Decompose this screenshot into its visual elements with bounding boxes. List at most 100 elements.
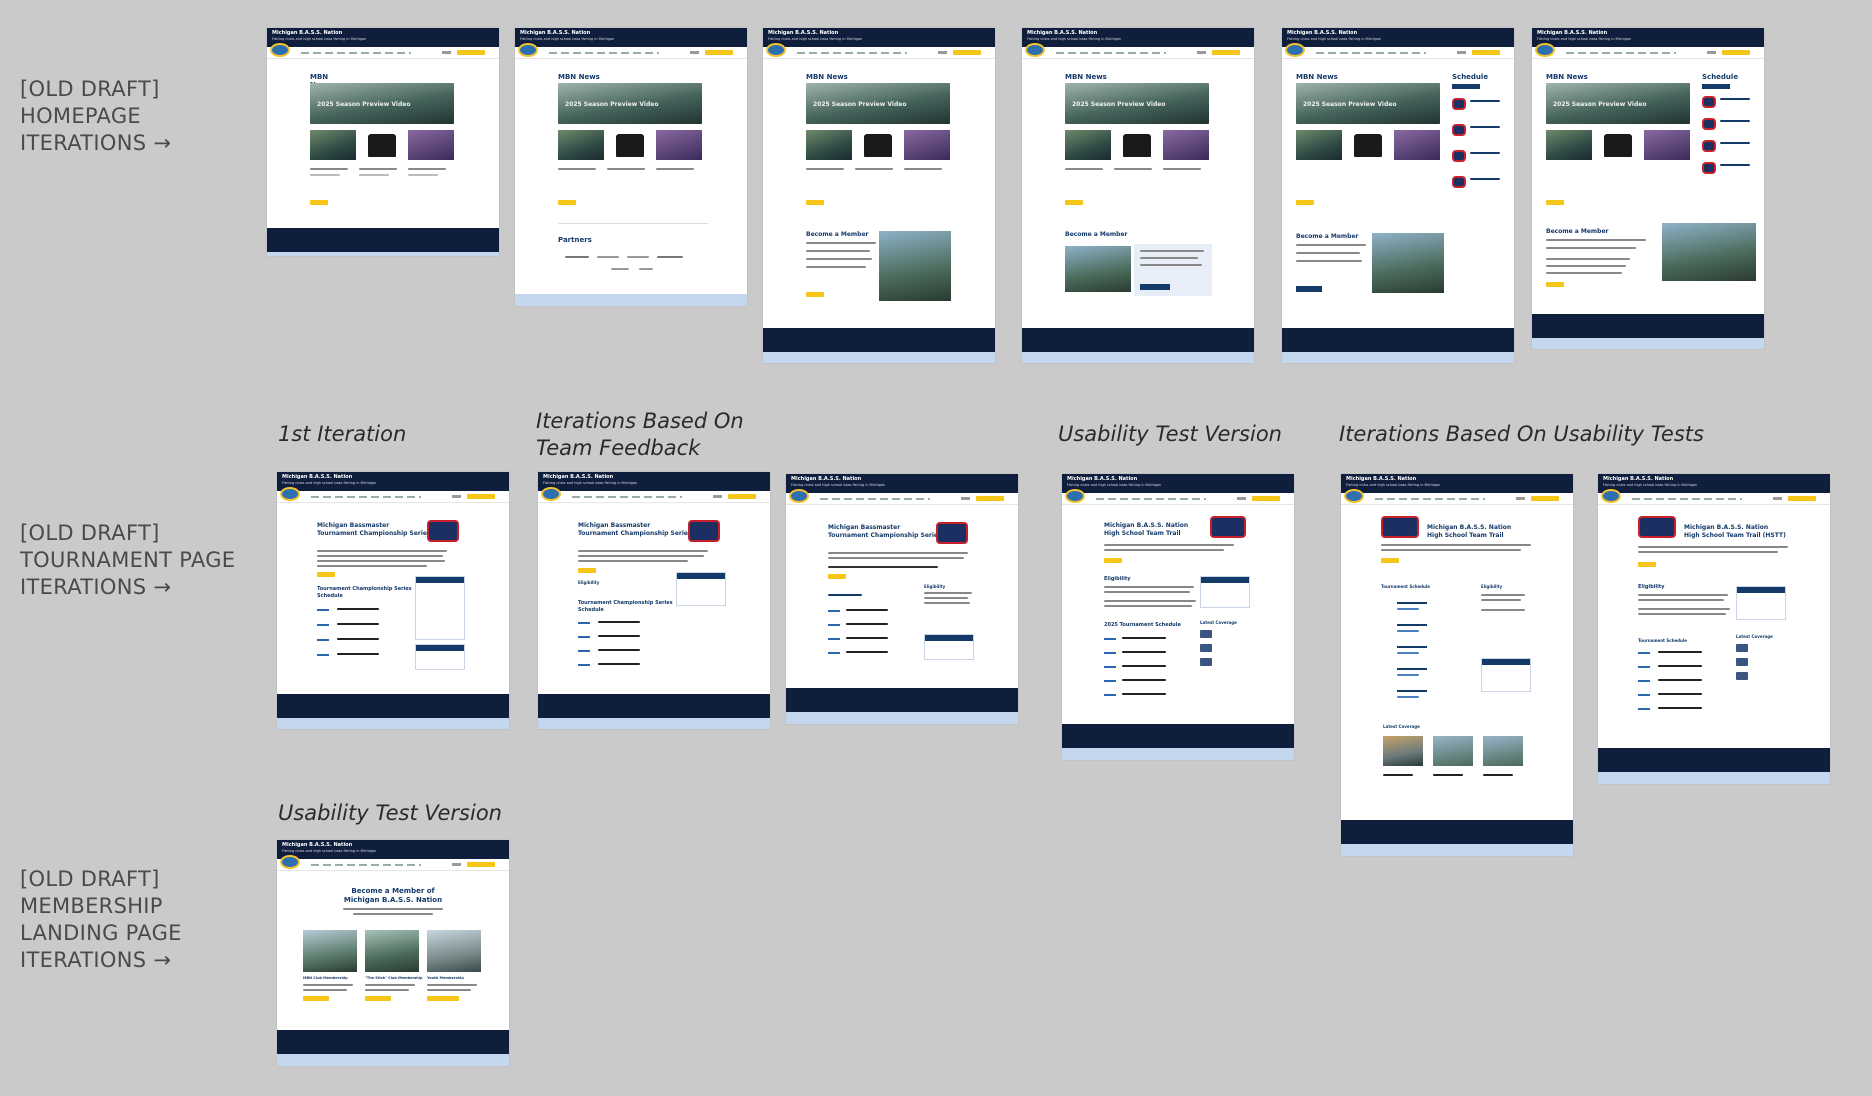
news-heading: MBN News [558,73,600,81]
tournament-draft-2: Michigan B.A.S.S. Nation Fishing clubs an… [538,472,770,729]
tournament-title: Michigan B.A.S.S. Nation High School Tea… [1104,522,1189,537]
schedule-heading: Schedule [1702,73,1739,81]
tournament-title: Michigan B.A.S.S. Nation High School Tea… [1684,524,1786,539]
video-thumbnail[interactable]: 2025 Season Preview Video [806,83,950,124]
video-title: 2025 Season Preview Video [565,101,659,108]
coverage-heading: Latest Coverage [1736,634,1773,639]
become-member-button[interactable] [467,494,495,499]
site-tagline: Fishing clubs and high school bass fishi… [1287,37,1382,41]
site-tagline: Fishing clubs and high school bass fishi… [1067,483,1162,487]
site-tagline: Fishing clubs and high school bass fishi… [282,849,377,853]
tournament-usability-version: Michigan B.A.S.S. Nation Fishing clubs an… [1062,474,1294,760]
logo-icon [280,855,300,869]
site-tagline: Fishing clubs and high school bass fishi… [282,481,377,485]
become-member-button[interactable] [705,50,733,55]
homepage-draft-4: Michigan B.A.S.S. Nation Fishing clubs an… [1022,28,1254,363]
member-heading: Become a Member [806,231,869,238]
tournament-iteration-after-tests-1: Michigan B.A.S.S. Nation Fishing clubs an… [1341,474,1573,856]
caption-usability-membership: Usability Test Version [278,801,502,825]
tournament-title: Michigan Bassmaster Tournament Champions… [578,522,692,537]
site-tagline: Fishing clubs and high school bass fishi… [768,37,863,41]
membership-usability-version: Michigan B.A.S.S. Nation Fishing clubs an… [277,840,509,1066]
coverage-heading: Latest Coverage [1383,724,1420,729]
schedule-heading: Tournament Championship Series Schedule [578,600,673,613]
become-member-button[interactable] [976,496,1004,501]
schedule-heading: Tournament Championship Series Schedule [317,586,412,599]
homepage-draft-5: Michigan B.A.S.S. Nation Fishing clubs an… [1282,28,1514,363]
become-member-button[interactable] [1788,496,1816,501]
homepage-draft-6: Michigan B.A.S.S. Nation Fishing clubs an… [1532,28,1764,349]
video-thumbnail[interactable]: 2025 Season Preview Video [1296,83,1440,124]
tournament-title: Michigan Bassmaster Tournament Champions… [828,524,942,539]
logo-icon [1344,489,1364,503]
tournament-iteration-after-tests-2: Michigan B.A.S.S. Nation Fishing clubs an… [1598,474,1830,784]
become-member-button[interactable] [1722,50,1750,55]
homepage-draft-3: Michigan B.A.S.S. Nation Fishing clubs an… [763,28,995,363]
news-heading: MBN News [1296,73,1338,81]
stick-membership-title: "The Stick" Club Membership [365,976,423,980]
become-member-button[interactable] [1212,50,1240,55]
caption-after-usability: Iterations Based On Usability Tests [1339,422,1704,446]
video-title: 2025 Season Preview Video [317,101,411,108]
tournament-title: Michigan Bassmaster Tournament Champions… [317,522,431,537]
become-member-button[interactable] [728,494,756,499]
news-heading: MBN News [1546,73,1588,81]
logo-icon [1285,43,1305,57]
site-tagline: Fishing clubs and high school bass fishi… [543,481,638,485]
logo-icon [280,487,300,501]
schedule-heading: 2025 Tournament Schedule [1104,622,1181,628]
eligibility-heading: Eligibility [1481,584,1503,589]
coverage-heading: Latest Coverage [1200,620,1237,625]
member-heading: Become a Member [1296,233,1359,240]
logo-icon [1535,43,1555,57]
eligibility-heading: Eligibility [924,584,946,589]
site-tagline: Fishing clubs and high school bass fishi… [1346,483,1441,487]
video-thumbnail[interactable]: 2025 Season Preview Video [558,83,702,124]
video-thumbnail[interactable]: 2025 Season Preview Video [310,83,454,124]
logo-icon [789,489,809,503]
news-heading: MBN News [806,73,848,81]
youth-membership-title: Youth Membership [427,976,464,980]
caption-first-iteration: 1st Iteration [278,422,407,446]
become-member-button[interactable] [457,50,485,55]
tournament-title: Michigan B.A.S.S. Nation High School Tea… [1427,524,1512,539]
video-thumbnail[interactable]: 2025 Season Preview Video [1546,83,1690,124]
news-heading: MBN News [1065,73,1107,81]
video-thumbnail[interactable]: 2025 Season Preview Video [1065,83,1209,124]
homepage-draft-2: Michigan B.A.S.S. Nation Fishing clubs an… [515,28,747,306]
logo-icon [766,43,786,57]
member-heading: Become a Member [1546,228,1609,235]
become-member-button[interactable] [953,50,981,55]
video-title: 2025 Season Preview Video [1303,101,1397,108]
caption-usability-test: Usability Test Version [1058,422,1282,446]
news-heading: MBN News [310,73,331,89]
homepage-draft-1: Michigan B.A.S.S. Nation Fishing clubs an… [267,28,499,256]
row-label-tournament: [OLD DRAFT] TOURNAMENT PAGE ITERATIONS → [20,521,236,599]
caption-team-feedback: Iterations Based On Team Feedback [536,409,744,460]
schedule-heading: Tournament Schedule [1381,584,1430,589]
schedule-heading: Schedule [1452,73,1489,81]
site-tagline: Fishing clubs and high school bass fishi… [1027,37,1122,41]
logo-icon [1065,489,1085,503]
eligibility-heading: Eligibility [1104,576,1131,582]
site-tagline: Fishing clubs and high school bass fishi… [1603,483,1698,487]
site-tagline: Fishing clubs and high school bass fishi… [1537,37,1632,41]
video-title: 2025 Season Preview Video [813,101,907,108]
logo-icon [1601,489,1621,503]
row-label-homepage: [OLD DRAFT] HOMEPAGE ITERATIONS → [20,77,172,155]
membership-title: Become a Member of Michigan B.A.S.S. Nat… [343,887,443,904]
become-member-button[interactable] [467,862,495,867]
schedule-heading: Tournament Schedule [1638,638,1687,643]
tournament-draft-3: Michigan B.A.S.S. Nation Fishing clubs an… [786,474,1018,724]
video-title: 2025 Season Preview Video [1072,101,1166,108]
become-member-button[interactable] [1531,496,1559,501]
become-member-button[interactable] [1252,496,1280,501]
partners-heading: Partners [558,236,592,244]
logo-icon [1025,43,1045,57]
logo-icon [541,487,561,501]
logo-icon [518,43,538,57]
site-tagline: Fishing clubs and high school bass fishi… [520,37,615,41]
eligibility-heading: Eligibility [578,580,600,585]
become-member-button[interactable] [1472,50,1500,55]
site-tagline: Fishing clubs and high school bass fishi… [272,37,367,41]
